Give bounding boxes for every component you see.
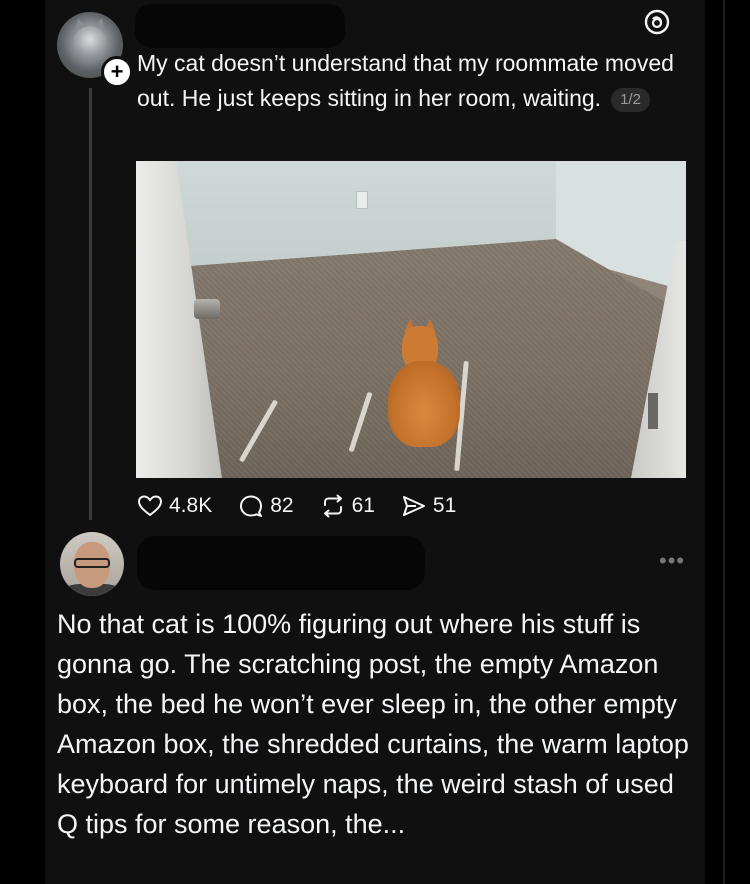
door-hinge bbox=[648, 393, 658, 429]
avatar-glasses bbox=[74, 558, 110, 568]
follow-plus-icon[interactable]: + bbox=[101, 56, 133, 88]
photo-outlet bbox=[356, 191, 368, 209]
cat-body bbox=[388, 361, 460, 447]
page-indicator-badge: 1/2 bbox=[611, 88, 650, 112]
reply-count: 82 bbox=[270, 494, 294, 517]
post-body: My cat doesn’t understand that my roomma… bbox=[137, 46, 697, 116]
post-text: My cat doesn’t understand that my roomma… bbox=[137, 50, 674, 111]
post-stats-bar: 4.8K 82 61 51 bbox=[137, 490, 482, 522]
threads-screenshot: + My cat doesn’t understand that my room… bbox=[45, 0, 705, 884]
heart-icon bbox=[137, 495, 163, 517]
share-icon bbox=[402, 496, 425, 516]
author-name-redacted bbox=[135, 4, 345, 48]
share-button[interactable]: 51 bbox=[401, 494, 456, 518]
like-button[interactable]: 4.8K bbox=[137, 494, 212, 518]
threads-icon[interactable] bbox=[643, 8, 671, 36]
avatar-cat-face bbox=[73, 26, 107, 60]
reply-text: No that cat is 100% figuring out where h… bbox=[57, 609, 689, 839]
screen-edge bbox=[705, 0, 750, 884]
door-knob bbox=[194, 299, 220, 319]
reply-author-avatar[interactable] bbox=[60, 532, 124, 596]
repost-count: 61 bbox=[351, 494, 375, 517]
post-photo[interactable] bbox=[136, 161, 686, 478]
like-count: 4.8K bbox=[169, 494, 213, 517]
repost-button[interactable]: 61 bbox=[320, 494, 375, 518]
ellipsis-icon[interactable]: ••• bbox=[659, 548, 685, 574]
thread-connector-line bbox=[89, 88, 92, 520]
repost-icon bbox=[323, 494, 342, 518]
reply-button[interactable]: 82 bbox=[238, 494, 294, 518]
share-count: 51 bbox=[432, 494, 457, 517]
comment-icon bbox=[240, 495, 263, 517]
reply-author-name-redacted bbox=[137, 536, 425, 590]
